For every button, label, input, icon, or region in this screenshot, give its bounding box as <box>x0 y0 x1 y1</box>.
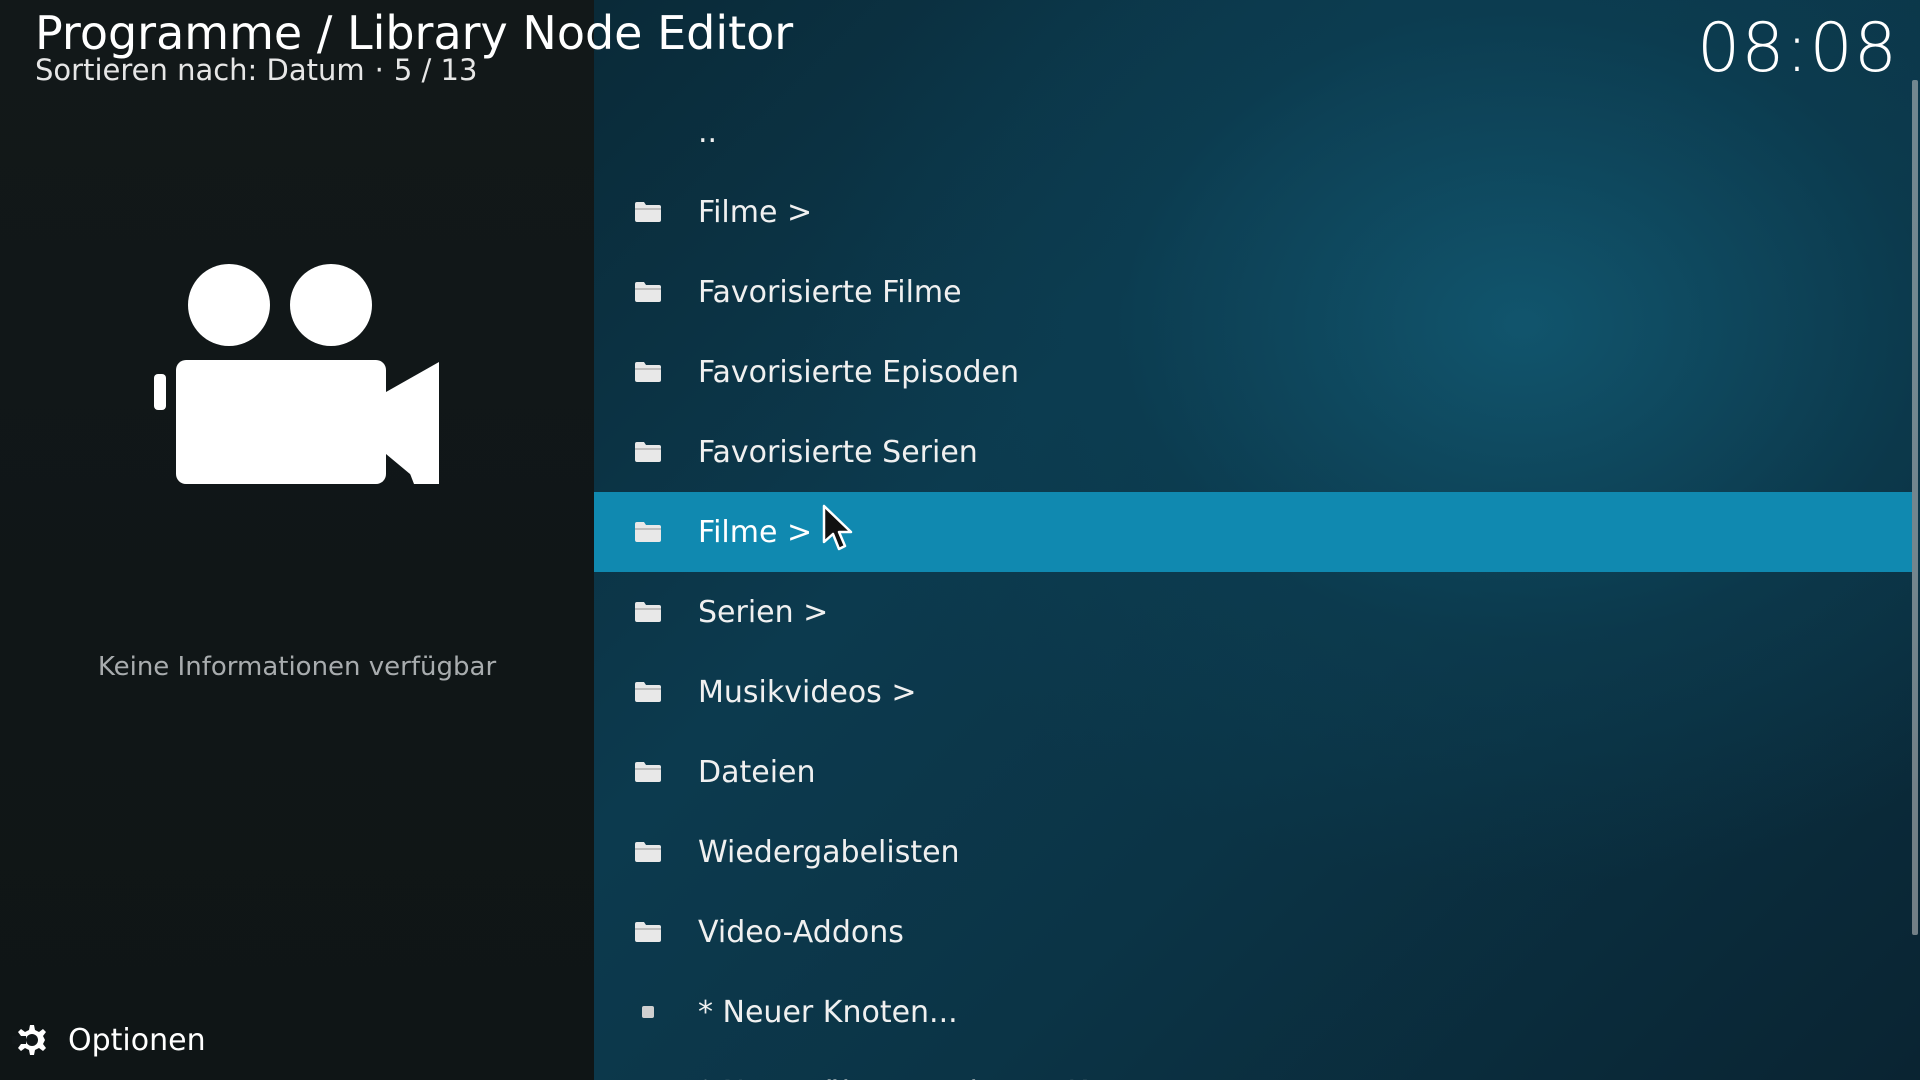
list-item[interactable]: Filme > <box>594 172 1912 252</box>
sort-label: Sortieren nach: Datum <box>35 53 365 87</box>
list-item[interactable]: Filme > <box>594 492 1912 572</box>
list-item-label: Favorisierte Filme <box>698 274 962 310</box>
list-item[interactable]: * Neuer Knoten... <box>594 972 1912 1052</box>
app-window: Keine Informationen verfügbar Optionen P… <box>0 0 1920 1080</box>
options-button[interactable]: Optionen <box>12 1022 206 1058</box>
clock: 08:08 <box>1697 9 1898 88</box>
separator: · <box>374 53 384 87</box>
page-header: Programme / Library Node Editor Sortiere… <box>35 4 793 86</box>
gear-icon <box>12 1025 46 1055</box>
list-item-label: Favorisierte Serien <box>698 434 978 470</box>
list-item[interactable]: Musikvideos > <box>594 652 1912 732</box>
list-item[interactable]: .. <box>594 92 1912 172</box>
folder-icon <box>634 761 662 783</box>
folder-icon <box>634 201 662 223</box>
list-item-label: Serien > <box>698 594 829 630</box>
folder-icon <box>634 441 662 463</box>
folder-icon <box>634 521 662 543</box>
list-item[interactable]: Wiedergabelisten <box>594 812 1912 892</box>
options-label: Optionen <box>68 1022 206 1058</box>
list-item[interactable]: Favorisierte Filme <box>594 252 1912 332</box>
list-item-label: Dateien <box>698 754 816 790</box>
list-item-label: * Neuer Knoten... <box>698 994 958 1030</box>
info-panel: Keine Informationen verfügbar Optionen <box>0 0 594 1080</box>
folder-icon <box>634 601 662 623</box>
list-item-label: * Neuer übergeordneter Knoten <box>698 1075 1174 1080</box>
list-item-label: Video-Addons <box>698 914 904 950</box>
mouse-pointer-icon <box>822 504 853 551</box>
list-item[interactable]: * Neuer übergeordneter Knoten <box>594 1052 1912 1080</box>
list-item[interactable]: Favorisierte Episoden <box>594 332 1912 412</box>
list-item-label: Musikvideos > <box>698 674 917 710</box>
video-camera-icon <box>154 264 439 484</box>
folder-icon <box>634 681 662 703</box>
list-item-label: .. <box>698 114 718 150</box>
list-item[interactable]: Video-Addons <box>594 892 1912 972</box>
list-item-label: Wiedergabelisten <box>698 834 960 870</box>
folder-icon <box>634 921 662 943</box>
no-info-text: Keine Informationen verfügbar <box>97 652 497 682</box>
list-item[interactable]: Favorisierte Serien <box>594 412 1912 492</box>
list-item-label: Filme > <box>698 514 813 550</box>
list-item-label: Favorisierte Episoden <box>698 354 1020 390</box>
list-item[interactable]: Serien > <box>594 572 1912 652</box>
list-item-label: Filme > <box>698 194 813 230</box>
folder-icon <box>634 361 662 383</box>
item-position: 5 / 13 <box>393 53 478 87</box>
file-list: .. Filme > Favorisierte Filme Favorisierte … <box>594 92 1912 1080</box>
list-item[interactable]: Dateien <box>594 732 1912 812</box>
file-icon <box>634 1001 662 1023</box>
folder-icon <box>634 281 662 303</box>
scrollbar[interactable] <box>1912 80 1918 935</box>
folder-icon <box>634 841 662 863</box>
